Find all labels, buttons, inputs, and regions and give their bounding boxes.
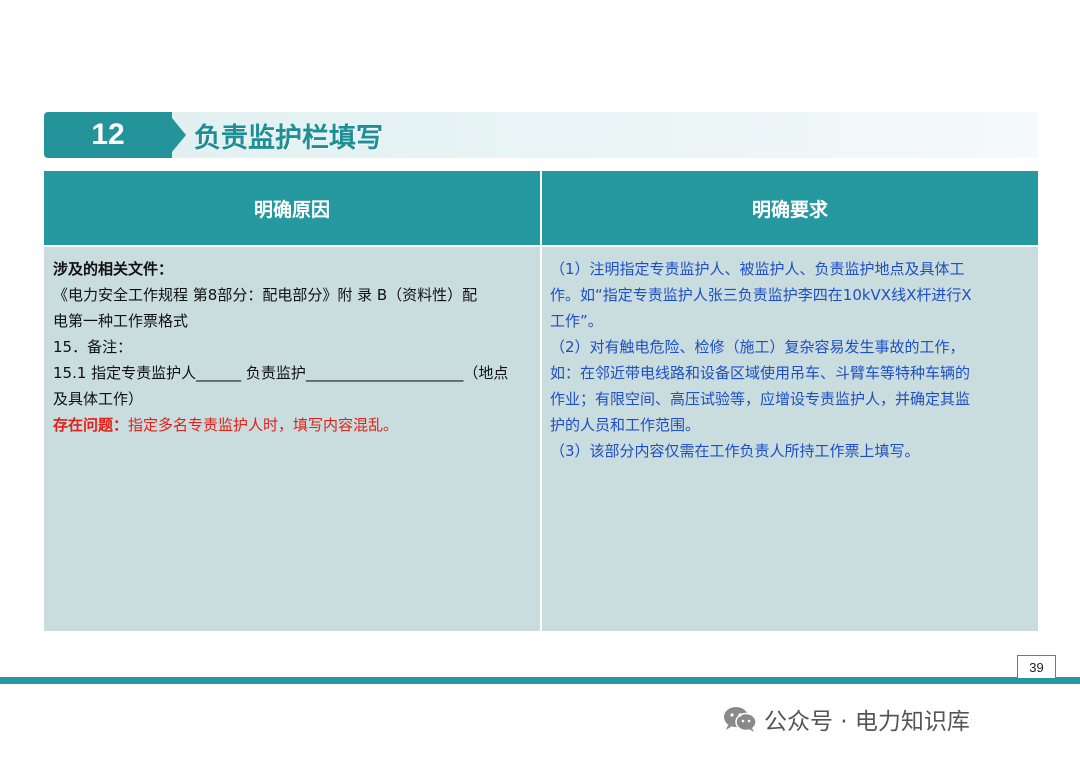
requirements-table: 明确原因 明确要求 涉及的相关文件： 《电力安全工作规程 第8部分：配电部分》附…	[44, 171, 1038, 631]
requirement-line: 工作”。	[550, 312, 603, 330]
wechat-icon	[724, 707, 757, 732]
requirement-line: （2）对有触电危险、检修（施工）复杂容易发生事故的工作，	[550, 338, 965, 356]
page-number: 39	[1017, 655, 1056, 679]
chevron-right-icon	[172, 118, 186, 152]
reason-cell: 涉及的相关文件： 《电力安全工作规程 第8部分：配电部分》附 录 B（资料性）配…	[44, 247, 540, 631]
watermark-text: 公众号 · 电力知识库	[764, 709, 970, 735]
reason-line: 《电力安全工作规程 第8部分：配电部分》附 录 B（资料性）配	[53, 286, 478, 304]
requirement-line: 作。如“指定专责监护人张三负责监护李四在10kVX线X杆进行X	[550, 286, 972, 304]
reason-line: 及具体工作）	[53, 390, 144, 408]
requirement-line: 作业；有限空间、高压试验等，应增设专责监护人，并确定其监	[550, 390, 971, 408]
requirement-line: （1）注明指定专责监护人、被监护人、负责监护地点及具体工	[550, 260, 965, 278]
problem-text: 指定多名专责监护人时，填写内容混乱。	[128, 416, 399, 434]
reason-line: 电第一种工作票格式	[53, 312, 189, 330]
requirement-line: 护的人员和工作范围。	[550, 416, 701, 434]
section-title: 负责监护栏填写	[194, 122, 383, 154]
section-number: 12	[44, 112, 172, 158]
reason-line: 15．备注：	[53, 338, 133, 356]
requirement-line: （3）该部分内容仅需在工作负责人所持工作票上填写。	[550, 442, 920, 460]
column-header-reason: 明确原因	[44, 171, 540, 245]
requirement-cell: （1）注明指定专责监护人、被监护人、负责监护地点及具体工 作。如“指定专责监护人…	[542, 247, 1038, 631]
footer-divider	[0, 677, 1080, 684]
problem-statement: 存在问题：指定多名专责监护人时，填写内容混乱。	[53, 412, 532, 438]
requirement-line: 如：在邻近带电线路和设备区域使用吊车、斗臂车等特种车辆的	[550, 364, 971, 382]
column-header-requirement: 明确要求	[542, 171, 1038, 245]
reason-line: 15.1 指定专责监护人______ 负责监护_________________…	[53, 364, 509, 382]
problem-label: 存在问题：	[53, 416, 129, 434]
related-docs-heading: 涉及的相关文件：	[53, 260, 174, 278]
watermark: 公众号 · 电力知识库	[722, 703, 970, 735]
